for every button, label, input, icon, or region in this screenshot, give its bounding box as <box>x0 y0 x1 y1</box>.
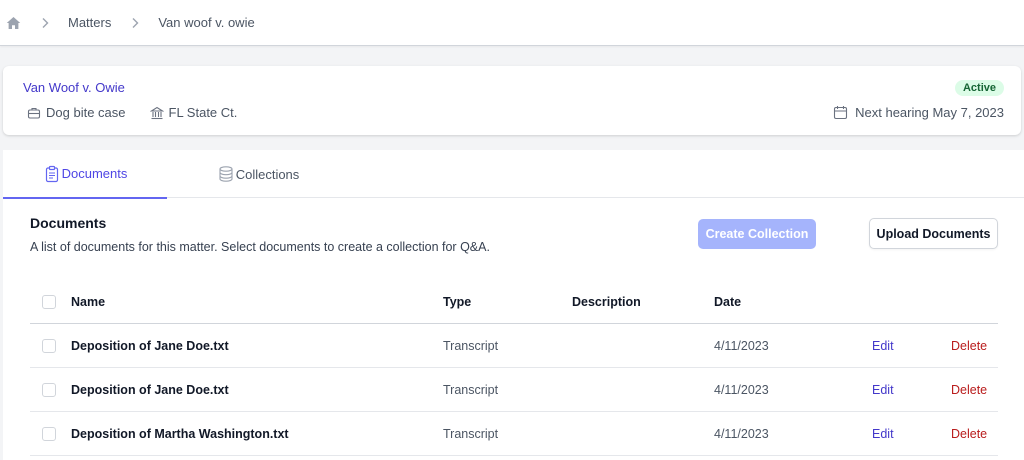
matter-title[interactable]: Van Woof v. Owie <box>23 80 125 95</box>
documents-table: Name Type Description Date Deposition of… <box>30 280 998 456</box>
row-select-cell <box>42 324 56 367</box>
edit-link[interactable]: Edit <box>872 368 894 411</box>
case-type-label: Dog bite case <box>46 105 126 120</box>
document-date: 4/11/2023 <box>714 382 769 397</box>
document-name: Deposition of Jane Doe.txt <box>71 382 229 397</box>
delete-link[interactable]: Delete <box>951 368 987 411</box>
row-checkbox[interactable] <box>42 338 56 353</box>
delete-link[interactable]: Delete <box>951 412 987 455</box>
clipboard-icon <box>43 165 61 183</box>
court: FL State Ct. <box>149 105 238 120</box>
select-all-checkbox[interactable] <box>42 294 56 309</box>
document-type: Transcript <box>443 338 499 353</box>
documents-panel: Documents Collections Documents A list o… <box>3 150 1024 460</box>
court-label: FL State Ct. <box>168 105 238 120</box>
documents-heading: Documents <box>30 215 107 231</box>
upload-documents-button[interactable]: Upload Documents <box>869 218 998 249</box>
chevron-right-icon <box>127 15 143 31</box>
edit-link[interactable]: Edit <box>872 412 894 455</box>
chevron-right-icon <box>37 15 53 31</box>
calendar-icon <box>833 105 848 120</box>
column-header-date: Date <box>714 294 742 309</box>
row-select-cell <box>42 412 56 455</box>
edit-link[interactable]: Edit <box>872 324 894 367</box>
table-row: Deposition of Martha Washington.txt Tran… <box>30 412 998 456</box>
row-checkbox[interactable] <box>42 426 56 441</box>
document-date: 4/11/2023 <box>714 426 769 441</box>
case-type: Dog bite case <box>27 105 126 120</box>
briefcase-icon <box>27 106 41 120</box>
home-icon[interactable] <box>5 15 21 31</box>
next-hearing: Next hearing May 7, 2023 <box>833 105 1004 120</box>
tab-bar: Documents Collections <box>3 150 1024 199</box>
create-collection-button[interactable]: Create Collection <box>698 219 816 249</box>
row-checkbox[interactable] <box>42 382 56 397</box>
table-row: Deposition of Jane Doe.txt Transcript 4/… <box>30 324 998 368</box>
select-all-cell <box>42 280 56 323</box>
table-row: Deposition of Jane Doe.txt Transcript 4/… <box>30 368 998 412</box>
tab-documents-label: Documents <box>61 166 128 181</box>
row-select-cell <box>42 368 56 411</box>
column-header-description: Description <box>572 294 641 309</box>
breadcrumb-matters[interactable]: Matters <box>68 15 111 30</box>
document-type: Transcript <box>443 382 499 397</box>
database-icon <box>217 165 235 183</box>
document-type: Transcript <box>443 426 499 441</box>
courthouse-icon <box>149 106 164 120</box>
tab-documents[interactable]: Documents <box>3 150 167 199</box>
status-badge: Active <box>954 80 1004 96</box>
documents-description: A list of documents for this matter. Sel… <box>30 240 490 254</box>
column-header-name: Name <box>71 294 106 309</box>
table-header-row: Name Type Description Date <box>30 280 998 324</box>
breadcrumb: Matters Van woof v. owie <box>0 0 1024 46</box>
next-hearing-label: Next hearing May 7, 2023 <box>855 105 1004 120</box>
matter-meta: Dog bite case FL State Ct. <box>27 105 237 120</box>
column-header-type: Type <box>443 294 472 309</box>
tab-collections-label: Collections <box>235 166 300 182</box>
matter-card: Van Woof v. Owie Dog bite case FL State … <box>3 66 1021 135</box>
document-date: 4/11/2023 <box>714 338 769 353</box>
breadcrumb-current-matter[interactable]: Van woof v. owie <box>158 15 254 30</box>
delete-link[interactable]: Delete <box>951 324 987 367</box>
document-name: Deposition of Jane Doe.txt <box>71 338 229 353</box>
document-name: Deposition of Martha Washington.txt <box>71 426 289 441</box>
tab-collections[interactable]: Collections <box>167 150 349 198</box>
